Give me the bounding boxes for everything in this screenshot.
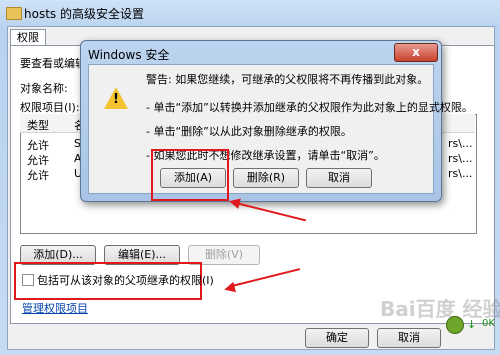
inherit-checkbox[interactable] xyxy=(22,274,34,286)
status-icon: 0K xyxy=(482,318,495,329)
arrow-down-icon: ↓ xyxy=(467,318,477,331)
ok-button[interactable]: 确定 xyxy=(305,328,369,348)
row-tail: rs\... xyxy=(448,137,473,150)
window-titlebar: hosts 的高级安全设置 xyxy=(0,0,500,26)
row-type: 允许 xyxy=(27,154,49,167)
dialog-title: Windows 安全 xyxy=(88,48,170,62)
warning-mark: ! xyxy=(113,92,119,107)
tab-permissions[interactable]: 权限 xyxy=(10,29,46,46)
dialog-line-add: - 单击“添加”以转换并添加继承的父权限作为此对象上的显式权限。 xyxy=(146,101,473,114)
window-title: hosts 的高级安全设置 xyxy=(24,7,144,21)
panel-intro: 要查看或编辑 xyxy=(20,57,86,70)
row-tail: rs\... xyxy=(448,152,473,165)
tray-app-icon[interactable] xyxy=(446,316,464,334)
dialog-warning: 警告: 如果您继续，可继承的父权限将不再传播到此对象。 xyxy=(146,73,429,86)
highlight-box-add xyxy=(151,149,229,201)
inherit-checkbox-label: 包括可从该对象的父项继承的权限(I) xyxy=(37,274,214,287)
cancel-button[interactable]: 取消 xyxy=(377,328,441,348)
column-type-header[interactable]: 类型 xyxy=(27,117,49,133)
folder-icon xyxy=(6,7,22,20)
dialog-remove-button[interactable]: 删除(R) xyxy=(233,168,299,188)
entries-label: 权限项目(I): xyxy=(20,101,80,114)
object-name-label: 对象名称: xyxy=(20,82,68,95)
row-type: 允许 xyxy=(27,169,49,182)
dialog-line-remove: - 单击“删除”以从此对象删除继承的权限。 xyxy=(146,125,352,138)
dialog-close-button[interactable]: x xyxy=(394,43,438,62)
row-tail: rs\... xyxy=(448,167,473,180)
manage-permissions-link[interactable]: 管理权限项目 xyxy=(22,300,88,316)
dialog-cancel-button[interactable]: 取消 xyxy=(306,168,372,188)
row-type: 允许 xyxy=(27,139,49,152)
